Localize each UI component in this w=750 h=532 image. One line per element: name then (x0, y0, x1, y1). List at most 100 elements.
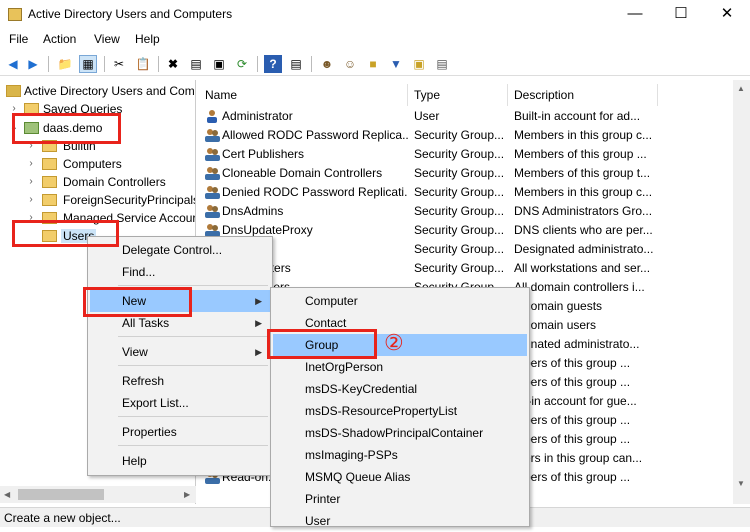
menu-action[interactable]: Action (43, 32, 76, 46)
new-ou-icon[interactable]: ■ (364, 55, 382, 73)
export-icon[interactable]: ▣ (210, 55, 228, 73)
column-header-description[interactable]: Description (508, 84, 658, 106)
chevron-right-icon: ▶ (255, 318, 262, 328)
new-group-icon[interactable]: ☺ (341, 55, 359, 73)
submenu-item-user[interactable]: User (273, 510, 527, 532)
submenu-item-msimaging-psps[interactable]: msImaging-PSPs (273, 444, 527, 466)
add-to-group-icon[interactable]: ▤ (433, 55, 451, 73)
group-icon (205, 204, 220, 218)
chevron-right-icon: ▶ (255, 347, 262, 357)
cell-desc: Built-in account for ad... (514, 109, 641, 123)
cell-name: DnsAdmins (222, 204, 284, 218)
cell-name: DnsUpdateProxy (222, 223, 313, 237)
delete-icon[interactable]: ✖ (164, 55, 182, 73)
list-header: Name Type Description (199, 84, 750, 106)
table-row[interactable]: DnsUpdateProxy Security Group... DNS clien… (199, 221, 750, 240)
refresh-icon[interactable]: ⟳ (233, 55, 251, 73)
menu-view[interactable]: View (94, 32, 120, 46)
ctx-find[interactable]: Find... (90, 261, 270, 283)
column-header-name[interactable]: Name (199, 84, 408, 106)
status-text: Create a new object... (4, 511, 121, 525)
cell-desc: Members of this group t... (514, 166, 651, 180)
cell-desc: Members in this group c... (514, 128, 653, 142)
callout-users (12, 220, 119, 247)
ctx-export-list[interactable]: Export List... (90, 392, 270, 414)
new-user-icon[interactable]: ☻ (318, 55, 336, 73)
table-row[interactable]: ...AdminsSecurity Group...Designated adm… (199, 240, 750, 259)
column-header-type[interactable]: Type (408, 84, 508, 106)
table-row[interactable]: Cert Publishers Security Group... Members … (199, 145, 750, 164)
callout-domain (12, 113, 121, 144)
cell-desc: ...bers of this group ... (514, 356, 631, 370)
up-folder-icon[interactable]: 📁 (56, 55, 74, 73)
maximize-button[interactable]: ☐ (658, 0, 704, 29)
ctx-help[interactable]: Help (90, 450, 270, 472)
cell-desc: ...domain users (514, 318, 597, 332)
show-tree-icon[interactable]: ▦ (79, 55, 97, 73)
cell-name: Allowed RODC Password Replica... (222, 128, 408, 142)
cell-name: Administrator (222, 109, 293, 123)
close-button[interactable]: ✕ (704, 0, 750, 29)
cell-desc: ...t-in account for gue... (514, 394, 637, 408)
tree-horizontal-scrollbar[interactable]: ◀ ▶ (0, 486, 196, 503)
cell-name: Cloneable Domain Controllers (222, 166, 383, 180)
cell-desc: Members in this group c... (514, 185, 653, 199)
submenu-item-printer[interactable]: Printer (273, 488, 527, 510)
tree-scroll-thumb[interactable] (18, 489, 104, 500)
cell-desc: ...bers of this group ... (514, 432, 631, 446)
submenu-item-msds-resourcepropertylist[interactable]: msDS-ResourcePropertyList (273, 400, 527, 422)
find-icon[interactable]: ▣ (410, 55, 428, 73)
cut-icon[interactable]: ✂ (110, 55, 128, 73)
submenu-item-msds-shadowprincipalcontainer[interactable]: msDS-ShadowPrincipalContainer (273, 422, 527, 444)
cell-type: User (414, 109, 440, 123)
ctx-view[interactable]: View ▶ (90, 341, 270, 363)
tree-item-foreign-security[interactable]: › ForeignSecurityPrincipals (0, 192, 195, 210)
group-icon (205, 185, 220, 199)
table-row[interactable]: ...ComputersSecurity Group...All worksta… (199, 259, 750, 278)
group-icon (205, 128, 220, 142)
table-row[interactable]: Administrator User Built-in account for ad… (199, 107, 750, 126)
step-number-label: ② (384, 330, 404, 355)
ctx-properties[interactable]: Properties (90, 421, 270, 443)
copy-icon[interactable]: 📋 (134, 55, 152, 73)
cell-desc: ...ers in this group can... (514, 451, 643, 465)
tree-item-domain-controllers[interactable]: › Domain Controllers (0, 174, 195, 192)
tree-item-computers[interactable]: › Computers (0, 156, 195, 174)
table-row[interactable]: Denied RODC Password Replicati... Securit… (199, 183, 750, 202)
cell-desc: DNS clients who are per... (514, 223, 653, 237)
table-row[interactable]: Allowed RODC Password Replica... Security… (199, 126, 750, 145)
minimize-button[interactable]: — (612, 0, 658, 29)
forward-icon[interactable]: ▶ (24, 55, 42, 73)
submenu-item-inetorgperson[interactable]: InetOrgPerson (273, 356, 527, 378)
ctx-refresh[interactable]: Refresh (90, 370, 270, 392)
group-icon (205, 223, 220, 237)
help-icon[interactable]: ? (264, 55, 282, 73)
submenu-item-computer[interactable]: Computer (273, 290, 527, 312)
filter-icon[interactable]: ▼ (387, 55, 405, 73)
console-icon[interactable]: ▤ (287, 55, 305, 73)
tree-root[interactable]: Active Directory Users and Com (0, 83, 195, 101)
cell-type: Security Group... (414, 147, 505, 161)
cell-desc: ...domain guests (514, 299, 603, 313)
list-vertical-scrollbar[interactable]: ▲ ▼ (733, 80, 750, 504)
cell-type: Security Group... (414, 223, 505, 237)
properties-icon[interactable]: ▤ (187, 55, 205, 73)
cell-type: Security Group... (414, 166, 505, 180)
table-row[interactable]: Cloneable Domain Controllers Security Gro… (199, 164, 750, 183)
submenu-item-msds-keycredential[interactable]: msDS-KeyCredential (273, 378, 527, 400)
cell-desc: All domain controllers i... (514, 280, 645, 294)
menu-help[interactable]: Help (135, 32, 160, 46)
callout-new (83, 287, 192, 317)
context-menu: Delegate Control... Find... New ▶ All Tas… (87, 236, 273, 476)
cell-desc: ...bers of this group ... (514, 413, 631, 427)
title-bar: Active Directory Users and Computers — ☐… (0, 0, 750, 29)
table-row[interactable]: DnsAdmins Security Group... DNS Administra… (199, 202, 750, 221)
menu-file[interactable]: File (9, 32, 28, 46)
submenu-item-msmq-queue-alias[interactable]: MSMQ Queue Alias (273, 466, 527, 488)
cell-type: Security Group... (414, 242, 505, 256)
cell-desc: Members of this group ... (514, 147, 647, 161)
back-icon[interactable]: ◀ (4, 55, 22, 73)
toolbar: ◀ ▶ 📁 ▦ ✂ 📋 ✖ ▤ ▣ ⟳ ? ▤ ☻ ☺ ■ ▼ ▣ ▤ (0, 52, 750, 76)
callout-group (267, 329, 377, 359)
group-icon (205, 147, 220, 161)
